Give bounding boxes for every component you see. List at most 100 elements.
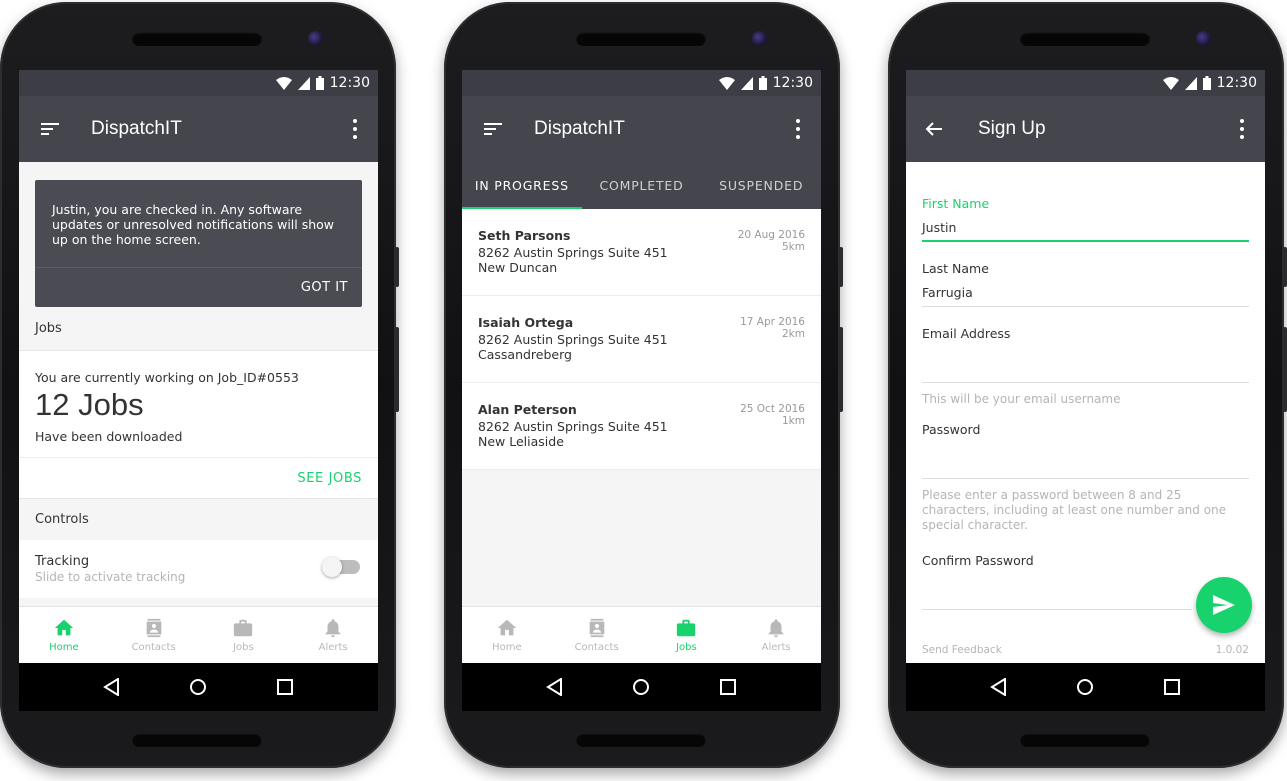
last-name-field[interactable]: Farrugia <box>922 285 1249 307</box>
power-button <box>839 327 843 412</box>
jobs-count: 12 Jobs <box>35 387 144 422</box>
nav-back-icon[interactable] <box>546 678 564 696</box>
password-field[interactable] <box>922 457 1249 479</box>
battery-icon <box>315 76 324 90</box>
tab-suspended[interactable]: SUSPENDED <box>701 162 821 209</box>
send-icon <box>1213 595 1235 615</box>
status-bar: 12:30 <box>462 70 821 96</box>
jobs-downloaded-text: Have been downloaded <box>19 423 378 458</box>
signal-icon <box>1184 76 1197 90</box>
menu-icon <box>41 120 59 138</box>
email-label: Email Address <box>922 326 1011 341</box>
tab-completed[interactable]: COMPLETED <box>582 162 702 209</box>
system-nav-bar <box>462 663 821 711</box>
status-bar: 12:30 <box>906 70 1265 96</box>
nav-contacts[interactable]: Contacts <box>109 607 199 663</box>
speaker-grille <box>1020 733 1150 747</box>
volume-button <box>839 247 843 287</box>
nav-home-icon[interactable] <box>632 678 650 696</box>
email-field[interactable] <box>922 361 1249 383</box>
job-date: 25 Oct 2016 <box>740 403 805 415</box>
page-title: Sign Up <box>978 118 1046 139</box>
app-bar: DispatchIT <box>462 96 821 162</box>
nav-home-icon[interactable] <box>189 678 207 696</box>
see-jobs-button[interactable]: SEE JOBS <box>297 471 362 486</box>
wifi-icon <box>275 76 292 90</box>
password-label: Password <box>922 422 981 437</box>
nav-jobs-label: Jobs <box>676 642 697 653</box>
nav-recents-icon[interactable] <box>1163 678 1181 696</box>
nav-recents-icon[interactable] <box>719 678 737 696</box>
send-button[interactable] <box>1196 577 1252 633</box>
earpiece <box>576 32 706 46</box>
job-city: New Duncan <box>478 260 558 275</box>
tab-in-progress[interactable]: IN PROGRESS <box>462 162 582 209</box>
nav-contacts[interactable]: Contacts <box>552 607 642 663</box>
bottom-navigation: Home Contacts Jobs Alerts <box>462 606 821 663</box>
battery-icon <box>1202 76 1211 90</box>
nav-home-icon[interactable] <box>1076 678 1094 696</box>
job-list: Seth Parsons 8262 Austin Springs Suite 4… <box>462 209 821 470</box>
home-icon <box>54 619 74 636</box>
version-label: 1.0.02 <box>1215 644 1249 656</box>
tracking-hint: Slide to activate tracking <box>35 570 186 584</box>
contacts-icon <box>589 618 604 638</box>
menu-button[interactable] <box>19 96 81 162</box>
menu-button[interactable] <box>462 96 524 162</box>
job-date: 17 Apr 2016 <box>740 316 805 328</box>
alerts-icon <box>325 619 341 638</box>
back-button[interactable] <box>906 96 962 162</box>
signal-icon <box>297 76 310 90</box>
status-bar: 12:30 <box>19 70 378 96</box>
nav-jobs[interactable]: Jobs <box>199 607 289 663</box>
more-icon[interactable] <box>352 119 358 139</box>
nav-back-icon[interactable] <box>990 678 1008 696</box>
nav-contacts-label: Contacts <box>574 642 619 653</box>
wifi-icon <box>718 76 735 90</box>
power-button <box>1283 327 1287 412</box>
toggle-knob <box>322 557 342 577</box>
app-title: DispatchIT <box>534 118 625 139</box>
job-city: Cassandreberg <box>478 347 572 362</box>
list-item[interactable]: Seth Parsons 8262 Austin Springs Suite 4… <box>462 209 821 296</box>
screen-signup: 12:30 Sign Up First Name Justin Last Nam… <box>906 70 1265 663</box>
got-it-button[interactable]: GOT IT <box>301 280 348 295</box>
nav-jobs[interactable]: Jobs <box>642 607 732 663</box>
nav-home[interactable]: Home <box>462 607 552 663</box>
signup-form: First Name Justin Last Name Farrugia Ema… <box>906 162 1265 663</box>
form-footer: Send Feedback 1.0.02 <box>922 644 1249 656</box>
confirm-password-field[interactable] <box>922 588 1192 610</box>
menu-icon <box>484 120 502 138</box>
job-city: New Leliaside <box>478 434 564 449</box>
speaker-grille <box>576 733 706 747</box>
last-name-label: Last Name <box>922 261 989 276</box>
app-title: DispatchIT <box>91 118 182 139</box>
tracking-toggle[interactable] <box>322 557 360 577</box>
status-time: 12:30 <box>1216 75 1257 91</box>
first-name-field[interactable]: Justin <box>922 220 1249 242</box>
contacts-icon <box>146 618 161 638</box>
job-status-tabs: IN PROGRESS COMPLETED SUSPENDED <box>462 162 821 209</box>
screen-home: 12:30 DispatchIT Justin, you are checked… <box>19 70 378 663</box>
list-item[interactable]: Alan Peterson 8262 Austin Springs Suite … <box>462 383 821 470</box>
home-icon <box>497 619 517 636</box>
nav-back-icon[interactable] <box>103 678 121 696</box>
system-nav-bar <box>906 663 1265 711</box>
more-icon[interactable] <box>795 119 801 139</box>
nav-home-label: Home <box>49 642 79 653</box>
list-item[interactable]: Isaiah Ortega 8262 Austin Springs Suite … <box>462 296 821 383</box>
bottom-navigation: Home Contacts Jobs Alerts <box>19 606 378 663</box>
password-hint: Please enter a password between 8 and 25… <box>922 488 1227 532</box>
controls-section-label: Controls <box>19 498 378 540</box>
volume-button <box>395 247 399 287</box>
status-time: 12:30 <box>772 75 813 91</box>
system-nav-bar <box>19 663 378 711</box>
nav-alerts[interactable]: Alerts <box>288 607 378 663</box>
send-feedback-link[interactable]: Send Feedback <box>922 644 1002 656</box>
jobs-section-label: Jobs <box>35 321 62 336</box>
nav-home[interactable]: Home <box>19 607 109 663</box>
more-icon[interactable] <box>1239 119 1245 139</box>
nav-alerts[interactable]: Alerts <box>731 607 821 663</box>
nav-recents-icon[interactable] <box>276 678 294 696</box>
signal-icon <box>740 76 753 90</box>
